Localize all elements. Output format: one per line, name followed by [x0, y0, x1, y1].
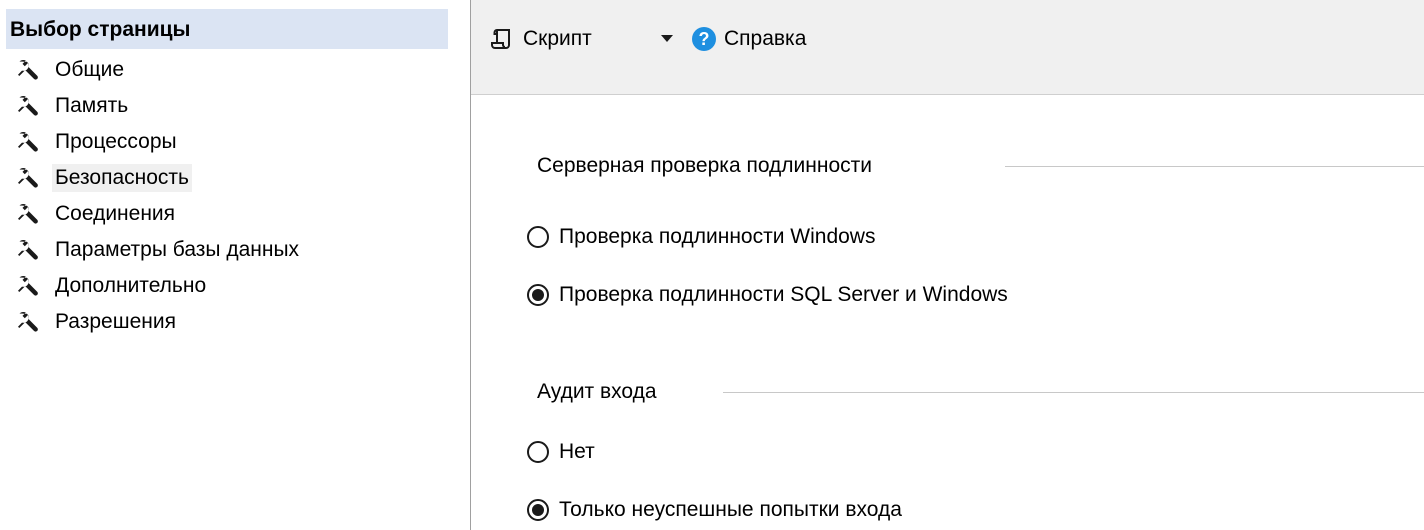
group-separator — [1005, 166, 1424, 167]
radio-windows-auth[interactable]: Проверка подлинности Windows — [527, 222, 875, 252]
server-auth-group-title: Серверная проверка подлинности — [537, 153, 885, 179]
page-selector-panel: Выбор страницы Общие Память Процессоры Б… — [0, 0, 456, 530]
sidebar-item-advanced[interactable]: Дополнительно — [16, 268, 302, 304]
page-selector-header: Выбор страницы — [6, 9, 448, 49]
wrench-icon — [18, 59, 38, 80]
toolbar: Скрипт ? Справка — [471, 0, 1424, 95]
radio-button[interactable] — [527, 499, 549, 521]
radio-button[interactable] — [527, 441, 549, 463]
wrench-icon — [18, 239, 38, 260]
script-label: Скрипт — [523, 27, 592, 50]
sidebar-item-label: Разрешения — [55, 310, 176, 333]
wrench-icon — [18, 95, 38, 116]
radio-button[interactable] — [527, 284, 549, 306]
radio-label: Проверка подлинности Windows — [559, 225, 876, 248]
sidebar-item-permissions[interactable]: Разрешения — [16, 304, 302, 340]
sidebar-item-label: Общие — [55, 58, 125, 81]
wrench-icon — [18, 167, 38, 188]
page-selector-title: Выбор страницы — [10, 18, 191, 41]
wrench-icon — [18, 131, 38, 152]
sidebar-item-database-settings[interactable]: Параметры базы данных — [16, 232, 302, 268]
radio-audit-none[interactable]: Нет — [527, 437, 595, 467]
triangle-down-icon — [661, 35, 673, 42]
radio-audit-failed-only[interactable]: Только неуспешные попытки входа — [527, 495, 902, 525]
wrench-icon — [18, 311, 38, 332]
security-page: Серверная проверка подлинности Проверка … — [471, 95, 1424, 530]
help-label: Справка — [724, 27, 807, 50]
script-dropdown-button[interactable] — [657, 28, 677, 48]
sidebar-item-label: Память — [55, 94, 129, 117]
radio-sql-windows-auth[interactable]: Проверка подлинности SQL Server и Window… — [527, 280, 1008, 310]
sidebar-item-connections[interactable]: Соединения — [16, 196, 302, 232]
page-list: Общие Память Процессоры Безопасность Сое… — [16, 52, 302, 340]
radio-button[interactable] — [527, 226, 549, 248]
wrench-icon — [18, 203, 38, 224]
sidebar-item-memory[interactable]: Память — [16, 88, 302, 124]
help-button[interactable]: ? Справка — [692, 24, 806, 54]
sidebar-item-label: Дополнительно — [55, 274, 207, 297]
question-circle-icon: ? — [692, 27, 716, 51]
sidebar-item-general[interactable]: Общие — [16, 52, 302, 88]
script-icon — [491, 29, 510, 49]
sidebar-item-label: Безопасность — [52, 164, 192, 192]
radio-label: Только неуспешные попытки входа — [559, 498, 902, 521]
login-audit-group-title: Аудит входа — [537, 379, 669, 405]
wrench-icon — [18, 275, 38, 296]
sidebar-item-label: Параметры базы данных — [55, 238, 300, 261]
radio-label: Проверка подлинности SQL Server и Window… — [559, 283, 1008, 306]
radio-label: Нет — [559, 440, 595, 463]
sidebar-item-processors[interactable]: Процессоры — [16, 124, 302, 160]
sidebar-item-label: Соединения — [55, 202, 176, 225]
script-button[interactable]: Скрипт — [491, 24, 592, 54]
group-separator — [723, 392, 1424, 393]
sidebar-item-security[interactable]: Безопасность — [16, 160, 302, 196]
sidebar-item-label: Процессоры — [55, 130, 177, 153]
